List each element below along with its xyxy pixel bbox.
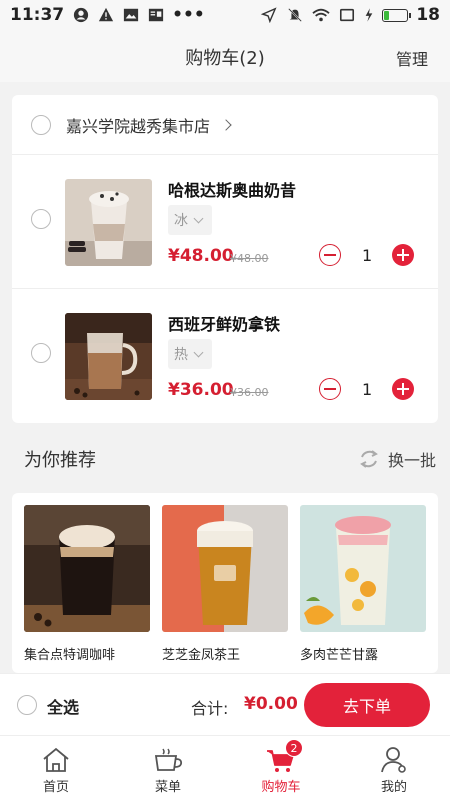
recommend-item[interactable]: 多肉芒芒甘露 xyxy=(300,505,426,663)
screen-icon xyxy=(340,8,355,22)
product-name: 西班牙鲜奶拿铁 xyxy=(168,315,281,334)
item-select-radio[interactable] xyxy=(31,343,51,363)
cart-item: 西班牙鲜奶拿铁 热 ¥36.00 ¥36.00 1 xyxy=(12,289,438,423)
total-amount: ¥0.00 xyxy=(244,694,298,714)
tab-label: 首页 xyxy=(42,780,69,795)
product-image[interactable] xyxy=(65,179,152,266)
store-name: 嘉兴学院越秀集市店 xyxy=(66,116,211,136)
tab-label: 我的 xyxy=(380,780,407,795)
increase-quantity-button[interactable] xyxy=(392,378,414,400)
quantity-value: 1 xyxy=(362,246,373,265)
home-icon xyxy=(43,747,69,772)
recommend-image[interactable] xyxy=(300,505,426,632)
tab-cart[interactable]: 2 购物车 xyxy=(241,739,321,795)
wifi-icon xyxy=(312,8,330,22)
cup-icon xyxy=(154,748,183,771)
cart-badge: 2 xyxy=(285,739,303,757)
chevron-down-icon xyxy=(193,213,204,223)
product-image[interactable] xyxy=(65,313,152,400)
status-time: 11:37 xyxy=(10,5,65,25)
place-order-button[interactable]: 去下单 xyxy=(304,683,430,727)
tab-label: 菜单 xyxy=(154,780,181,795)
product-option-select[interactable]: 热 xyxy=(168,339,212,369)
decrease-quantity-button[interactable] xyxy=(319,244,341,266)
product-original-price: ¥48.00 xyxy=(230,252,269,265)
charging-icon xyxy=(365,8,373,22)
increase-quantity-button[interactable] xyxy=(392,244,414,266)
store-select-radio[interactable] xyxy=(31,114,51,135)
product-price: ¥48.00 xyxy=(168,246,234,266)
location-icon xyxy=(261,7,277,23)
refresh-button[interactable]: 换一批 xyxy=(358,447,436,471)
recommend-name: 集合点特调咖啡 xyxy=(24,648,116,663)
recommend-image[interactable] xyxy=(24,505,150,632)
tab-profile[interactable]: 我的 xyxy=(354,742,434,795)
status-bar: 11:37 ••• 18 xyxy=(0,0,450,30)
battery-level: 18 xyxy=(416,5,440,25)
user-icon xyxy=(381,747,406,773)
recommend-item[interactable]: 芝芝金凤茶王 xyxy=(162,505,288,663)
chevron-right-icon xyxy=(220,118,232,131)
store-row[interactable]: 嘉兴学院越秀集市店 xyxy=(12,95,438,155)
quantity-value: 1 xyxy=(362,380,373,399)
item-select-radio[interactable] xyxy=(31,209,51,229)
tab-bar: 首页 菜单 2 购物车 我的 xyxy=(0,735,450,800)
more-icon: ••• xyxy=(172,5,205,25)
recommend-image[interactable] xyxy=(162,505,288,632)
total-label: 合计: xyxy=(191,699,229,718)
product-price: ¥36.00 xyxy=(168,380,234,400)
recommend-name: 多肉芒芒甘露 xyxy=(300,648,379,663)
tab-label: 购物车 xyxy=(261,780,301,795)
page-title: 购物车(2) xyxy=(185,48,265,69)
select-all-radio[interactable] xyxy=(17,695,37,715)
tab-home[interactable]: 首页 xyxy=(16,742,96,795)
product-name: 哈根达斯奥曲奶昔 xyxy=(168,181,297,200)
product-original-price: ¥36.00 xyxy=(230,386,269,399)
cart-item: 哈根达斯奥曲奶昔 冰 ¥48.00 ¥48.00 1 xyxy=(12,155,438,289)
checkout-bar: 全选 合计: ¥0.00 去下单 xyxy=(0,673,450,735)
decrease-quantity-button[interactable] xyxy=(319,378,341,400)
chevron-down-icon xyxy=(193,347,204,357)
recommend-name: 芝芝金凤茶王 xyxy=(162,648,241,663)
refresh-icon xyxy=(360,450,378,468)
product-option-value: 热 xyxy=(174,347,188,363)
product-option-value: 冰 xyxy=(174,213,188,229)
mute-icon xyxy=(288,8,303,22)
news-icon xyxy=(149,8,164,22)
manage-button[interactable]: 管理 xyxy=(396,46,428,70)
account-icon xyxy=(74,7,89,23)
recommend-item[interactable]: 集合点特调咖啡 xyxy=(24,505,150,663)
refresh-label: 换一批 xyxy=(387,451,436,470)
tab-menu[interactable]: 菜单 xyxy=(128,742,208,795)
cart-card: 嘉兴学院越秀集市店 哈根达斯奥曲奶昔 冰 ¥48.00 ¥48.00 1 西班牙… xyxy=(12,95,438,423)
recommend-title: 为你推荐 xyxy=(24,450,96,471)
image-icon xyxy=(124,8,139,22)
page-header: 购物车(2) 管理 xyxy=(0,30,450,82)
warning-icon xyxy=(99,7,114,22)
recommend-card: 集合点特调咖啡 芝芝金凤茶王 多肉芒芒甘露 xyxy=(12,493,438,673)
select-all-label[interactable]: 全选 xyxy=(47,694,79,718)
product-option-select[interactable]: 冰 xyxy=(168,205,212,235)
battery-icon xyxy=(382,8,412,22)
